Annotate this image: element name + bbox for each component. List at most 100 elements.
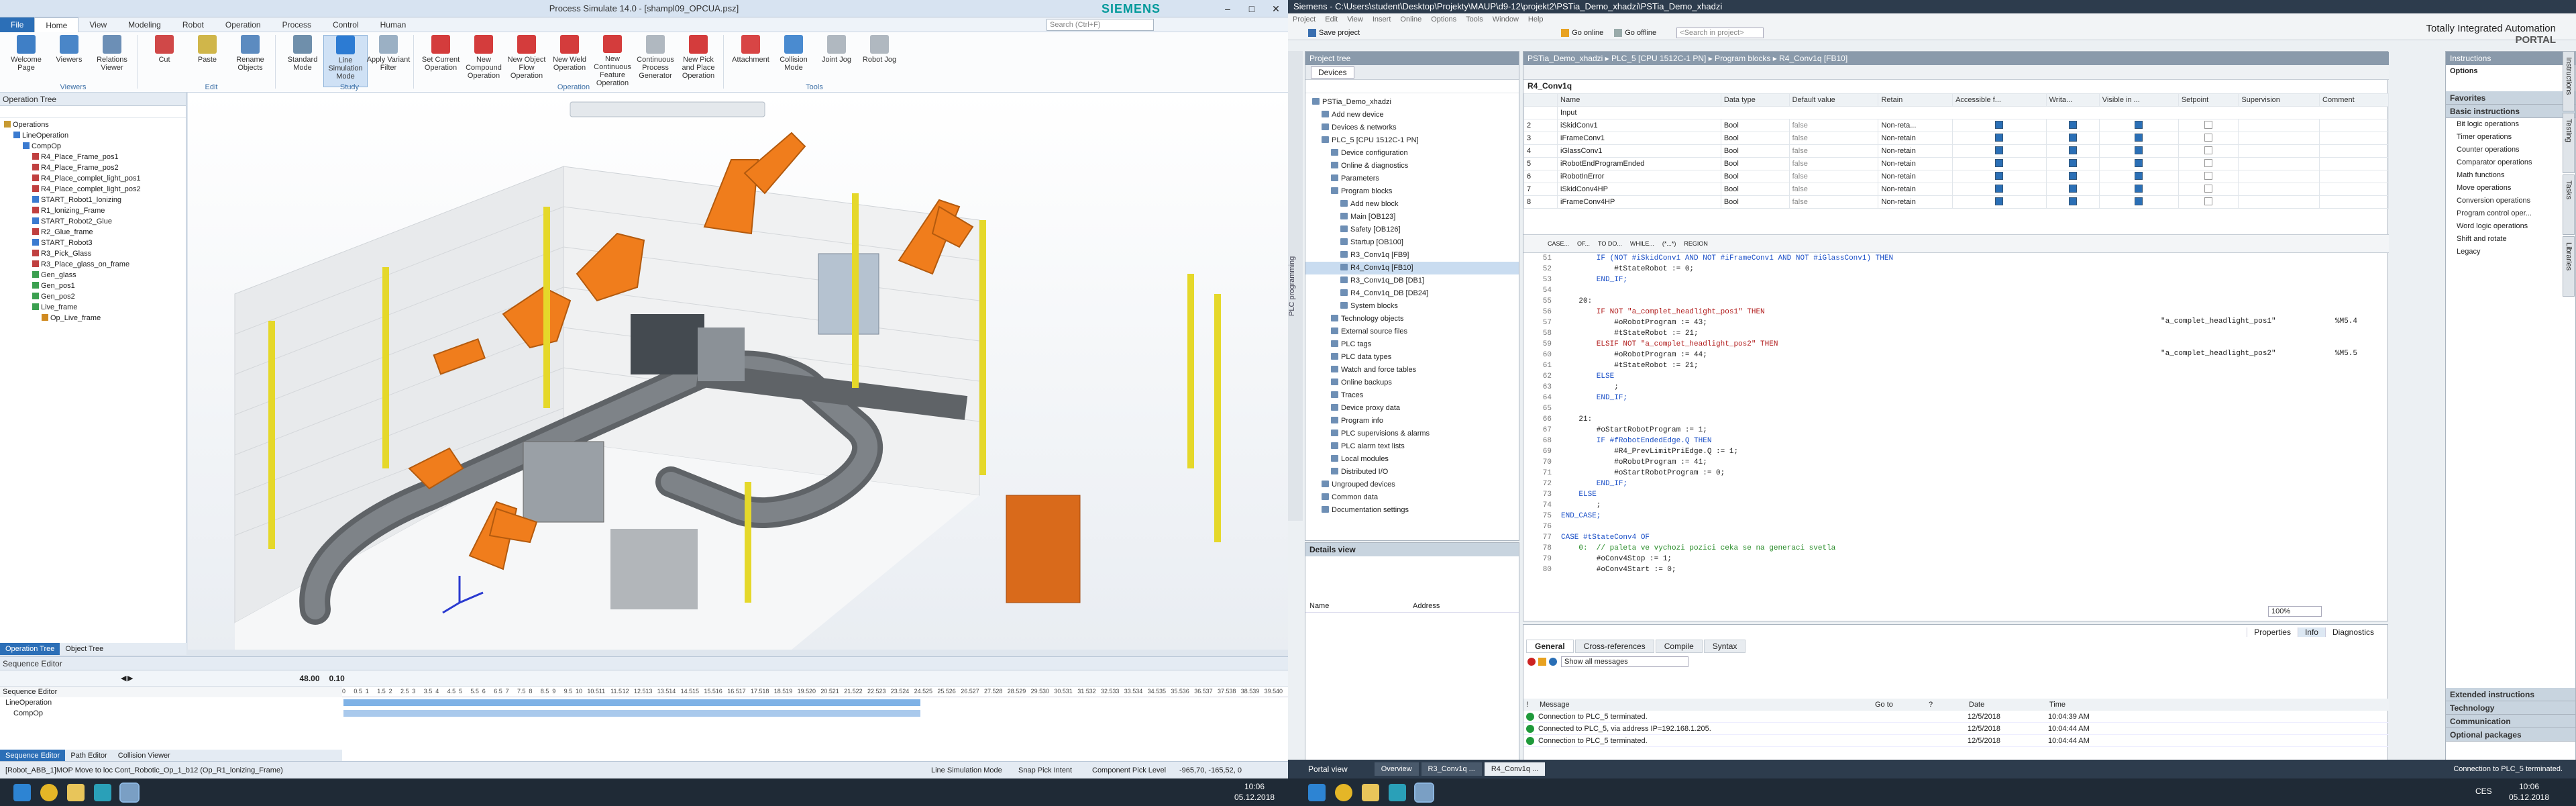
- project-tree-item[interactable]: Safety [OB126]: [1305, 223, 1519, 236]
- instruction-folder[interactable]: Move operations: [2446, 182, 2575, 195]
- ps-tab-operation[interactable]: Operation: [215, 17, 272, 32]
- portal-tab-1[interactable]: R3_Conv1q ...: [1421, 762, 1482, 776]
- var-default[interactable]: false: [1788, 157, 1879, 170]
- project-tree-item[interactable]: External source files: [1305, 325, 1519, 338]
- var-type[interactable]: Bool: [1720, 144, 1790, 158]
- var-name[interactable]: iRobotEndProgramEnded: [1557, 157, 1721, 170]
- project-tree-item[interactable]: Parameters: [1305, 172, 1519, 185]
- maximize-button[interactable]: □: [1240, 0, 1264, 17]
- sequence-row[interactable]: LineOperation: [0, 697, 1288, 708]
- snippet-4[interactable]: (*...*): [1658, 240, 1680, 247]
- iface-row[interactable]: 8 iFrameConv4HP Bool false Non-retain: [1523, 195, 2389, 209]
- checkbox-checked[interactable]: [2135, 146, 2143, 154]
- var-type[interactable]: Bool: [1720, 119, 1790, 132]
- optree-item[interactable]: Live_frame: [0, 302, 186, 313]
- ribbon-robot-jog-button[interactable]: Robot Jog: [857, 35, 902, 87]
- snippet-5[interactable]: REGION: [1680, 240, 1712, 247]
- project-tree-item[interactable]: R3_Conv1q [FB9]: [1305, 249, 1519, 262]
- tree-tab-0[interactable]: Operation Tree: [0, 643, 60, 655]
- optree-item[interactable]: START_Robot2_Glue: [0, 216, 186, 227]
- checkbox-checked[interactable]: [2068, 146, 2077, 154]
- play-forward-icon[interactable]: ▶: [127, 674, 133, 683]
- project-tree-item[interactable]: Startup [OB100]: [1305, 236, 1519, 249]
- checkbox-empty[interactable]: [2204, 171, 2213, 180]
- start-icon[interactable]: [13, 784, 31, 801]
- ribbon-attachment-button[interactable]: Attachment: [729, 35, 773, 87]
- checkbox-checked[interactable]: [2068, 197, 2077, 205]
- chrome-icon[interactable]: [40, 784, 58, 801]
- tia-menu-tools[interactable]: Tools: [1461, 13, 1488, 26]
- instruction-folder[interactable]: Word logic operations: [2446, 220, 2575, 233]
- go-online-icon[interactable]: [1561, 28, 1570, 37]
- checkbox-checked[interactable]: [2068, 171, 2077, 180]
- inspector-subtab-3[interactable]: Syntax: [1703, 640, 1746, 653]
- message-row[interactable]: Connected to PLC_5, via address IP=192.1…: [1523, 723, 2389, 735]
- var-default[interactable]: false: [1788, 132, 1879, 145]
- ps-tab-robot[interactable]: Robot: [172, 17, 215, 32]
- tree-tab-1[interactable]: Object Tree: [60, 643, 109, 655]
- go-online-button[interactable]: Go online: [1572, 29, 1603, 37]
- side-tab-testing[interactable]: Testing: [2563, 113, 2575, 173]
- warning-filter-icon[interactable]: [1538, 658, 1546, 666]
- ribbon-set-current-operation-button[interactable]: Set Current Operation: [419, 35, 463, 87]
- optree-item[interactable]: R3_Place_glass_on_frame: [0, 259, 186, 270]
- optree-item[interactable]: Op_Live_frame: [0, 313, 186, 323]
- project-tree-item[interactable]: Distributed I/O: [1305, 466, 1519, 478]
- tia-menu-view[interactable]: View: [1342, 13, 1368, 26]
- checkbox-checked[interactable]: [2135, 197, 2143, 205]
- var-retain[interactable]: Non-reta...: [1878, 119, 1953, 132]
- project-tree-item[interactable]: PLC data types: [1305, 351, 1519, 364]
- project-tree-item[interactable]: Technology objects: [1305, 313, 1519, 325]
- save-icon[interactable]: [1308, 28, 1316, 37]
- ribbon-collision-mode-button[interactable]: Collision Mode: [771, 35, 816, 87]
- ribbon-viewers-button[interactable]: Viewers: [47, 35, 91, 87]
- ps-tab-process[interactable]: Process: [272, 17, 322, 32]
- inspector-tab-diagnostics[interactable]: Diagnostics: [2324, 627, 2381, 637]
- ps-tab-home[interactable]: Home: [34, 17, 79, 32]
- var-type[interactable]: Bool: [1720, 157, 1790, 170]
- iface-row[interactable]: 5 iRobotEndProgramEnded Bool false Non-retai…: [1523, 157, 2389, 170]
- ribbon-continuous-process-generator-button[interactable]: Continuous Process Generator: [633, 35, 678, 87]
- play-backward-icon[interactable]: ◀: [121, 674, 126, 683]
- instruction-folder[interactable]: Legacy: [2446, 246, 2575, 258]
- var-type[interactable]: Bool: [1720, 132, 1790, 145]
- checkbox-empty[interactable]: [2204, 146, 2213, 154]
- var-name[interactable]: iFrameConv1: [1557, 132, 1721, 145]
- ribbon-new-weld-operation-button[interactable]: New Weld Operation: [547, 35, 592, 87]
- checkbox-checked[interactable]: [1995, 158, 2004, 167]
- checkbox-empty[interactable]: [2204, 184, 2213, 193]
- tia-taskbar-icon-right[interactable]: [1389, 784, 1406, 801]
- inspector-subtab-0[interactable]: General: [1526, 640, 1574, 653]
- ribbon-apply-variant-filter-button[interactable]: Apply Variant Filter: [366, 35, 411, 87]
- instruction-folder[interactable]: Program control oper...: [2446, 207, 2575, 220]
- start-icon-right[interactable]: [1308, 784, 1326, 801]
- ribbon-joint-jog-button[interactable]: Joint Jog: [814, 35, 859, 87]
- ribbon-paste-button[interactable]: Paste: [185, 35, 229, 87]
- checkbox-empty[interactable]: [2204, 158, 2213, 167]
- explorer-icon[interactable]: [67, 784, 85, 801]
- checkbox-checked[interactable]: [2135, 120, 2143, 129]
- var-retain[interactable]: Non-retain: [1878, 183, 1953, 196]
- instruction-group-0[interactable]: Extended instructions: [2446, 688, 2575, 701]
- optree-item[interactable]: Gen_pos1: [0, 281, 186, 291]
- inspector-subtab-1[interactable]: Cross-references: [1574, 640, 1654, 653]
- var-default[interactable]: false: [1788, 170, 1879, 183]
- iface-row[interactable]: 6 iRobotInError Bool false Non-retain: [1523, 170, 2389, 183]
- project-tree-item[interactable]: Online & diagnostics: [1305, 160, 1519, 172]
- checkbox-checked[interactable]: [1995, 197, 2004, 205]
- minimize-button[interactable]: –: [1216, 0, 1240, 17]
- project-tree-item[interactable]: R3_Conv1q_DB [DB1]: [1305, 274, 1519, 287]
- optree-item[interactable]: R4_Place_complet_light_pos1: [0, 173, 186, 184]
- basic-instructions-section[interactable]: Basic instructions: [2446, 105, 2575, 118]
- ribbon-rename-objects-button[interactable]: Rename Objects: [228, 35, 272, 87]
- snippet-1[interactable]: OF...: [1573, 240, 1594, 247]
- instruction-folder[interactable]: Shift and rotate: [2446, 233, 2575, 246]
- ps-tab-file[interactable]: File: [0, 17, 35, 32]
- sequence-tab-0[interactable]: Sequence Editor: [0, 750, 66, 762]
- tia-menu-options[interactable]: Options: [1426, 13, 1461, 26]
- project-tree-item[interactable]: Add new block: [1305, 198, 1519, 211]
- tia-menu-help[interactable]: Help: [1523, 13, 1548, 26]
- graphic-viewer-3d[interactable]: [188, 93, 1288, 650]
- var-name[interactable]: iSkidConv4HP: [1557, 183, 1721, 196]
- ps-search-input[interactable]: Search (Ctrl+F): [1046, 19, 1154, 31]
